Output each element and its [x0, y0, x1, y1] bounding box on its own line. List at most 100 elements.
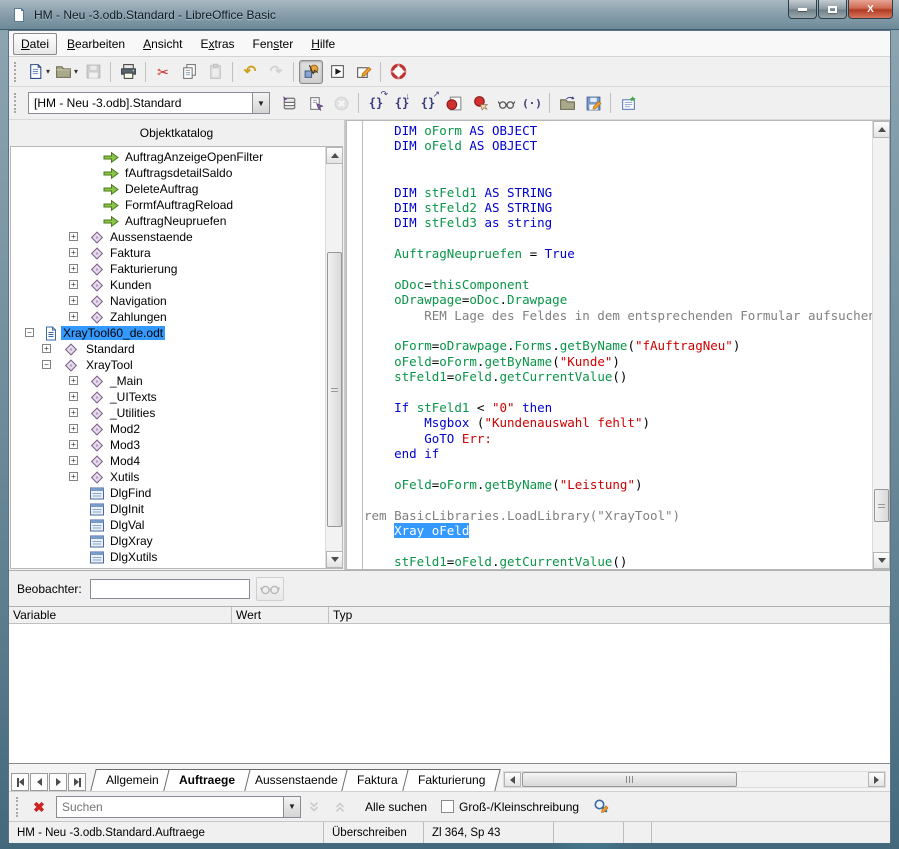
tree-toggle-expand[interactable]: + — [69, 280, 78, 289]
print-button[interactable] — [116, 60, 140, 84]
code-line[interactable] — [364, 539, 872, 554]
tree-item-dlgfind[interactable]: DlgFind — [11, 485, 325, 501]
close-button[interactable]: X — [848, 0, 893, 19]
open-button[interactable]: ▾ — [53, 60, 79, 84]
watch-table-body[interactable] — [9, 624, 890, 763]
tree-item--utilities[interactable]: +_Utilities — [11, 405, 325, 421]
tree-item-mod2[interactable]: +Mod2 — [11, 421, 325, 437]
start-dialog-button[interactable] — [325, 60, 349, 84]
code-line[interactable]: oFeld=oForm.getByName("Kunde") — [364, 354, 872, 369]
menu-hilfe[interactable]: Hilfe — [303, 33, 343, 55]
tree-toggle-expand[interactable]: + — [69, 424, 78, 433]
tree-item-xutils[interactable]: +Xutils — [11, 469, 325, 485]
copy-button[interactable] — [177, 60, 201, 84]
scroll-right-button[interactable] — [868, 772, 885, 787]
tree-item-fauftragsdetailsaldo[interactable]: fAuftragsdetailSaldo — [11, 165, 325, 181]
code-line[interactable]: DIM stFeld3 as string — [364, 215, 872, 230]
code-line[interactable]: DIM oForm AS OBJECT — [364, 123, 872, 138]
design-mode-button[interactable] — [299, 60, 323, 84]
library-combobox-dropdown[interactable]: ▼ — [252, 93, 269, 113]
code-line[interactable] — [364, 154, 872, 169]
tree-item-mod3[interactable]: +Mod3 — [11, 437, 325, 453]
code-editor[interactable]: DIM oForm AS OBJECT DIM oFeld AS OBJECT … — [346, 120, 890, 570]
tree-item--main[interactable]: +_Main — [11, 373, 325, 389]
tab-allgemein[interactable]: Allgemein — [90, 769, 174, 791]
find-parentheses-button[interactable]: (·) — [520, 91, 544, 115]
scroll-up-button[interactable] — [326, 147, 343, 164]
edit-dialog-button[interactable] — [351, 60, 375, 84]
tree-toggle-expand[interactable]: + — [69, 376, 78, 385]
tree-toggle-expand[interactable]: + — [69, 408, 78, 417]
tree-item-xraytool[interactable]: −XrayTool — [11, 357, 325, 373]
code-line[interactable] — [364, 262, 872, 277]
titlebar[interactable]: HM - Neu -3.odb.Standard - LibreOffice B… — [0, 0, 899, 30]
code-line[interactable] — [364, 462, 872, 477]
code-line[interactable]: oDrawpage=oDoc.Drawpage — [364, 292, 872, 307]
toolbar-grip[interactable] — [14, 93, 21, 113]
column-header-variable[interactable]: Variable — [9, 607, 232, 623]
cut-button[interactable]: ✂ — [151, 60, 175, 84]
search-input[interactable] — [57, 800, 283, 814]
tree-toggle-expand[interactable]: + — [69, 296, 78, 305]
enable-watch-button[interactable] — [494, 91, 518, 115]
help-button[interactable] — [386, 60, 410, 84]
export-source-button[interactable] — [581, 91, 605, 115]
tree-scrollbar[interactable] — [325, 147, 342, 568]
undo-button[interactable]: ↶ — [238, 60, 262, 84]
tab-aussenstaende[interactable]: Aussenstaende — [239, 769, 353, 791]
run-button[interactable] — [303, 91, 327, 115]
search-combobox-dropdown[interactable]: ▼ — [283, 797, 300, 817]
manage-breakpoints-button[interactable] — [468, 91, 492, 115]
scroll-down-button[interactable] — [873, 552, 890, 569]
tree-item-fakturierung[interactable]: +Fakturierung — [11, 261, 325, 277]
maximize-button[interactable] — [818, 0, 847, 19]
tree-toggle-expand[interactable]: + — [69, 264, 78, 273]
tree-item-auftraganzeigeopenfilter[interactable]: AuftragAnzeigeOpenFilter — [11, 149, 325, 165]
code-line[interactable] — [364, 231, 872, 246]
code-line[interactable]: oDoc=thisComponent — [364, 277, 872, 292]
toolbar-grip[interactable] — [16, 797, 23, 817]
tree-toggle-expand[interactable]: + — [69, 456, 78, 465]
next-tab-button[interactable] — [49, 773, 67, 791]
search-combobox[interactable]: ▼ — [56, 796, 301, 818]
scrollbar-thumb[interactable] — [327, 252, 342, 527]
code-line[interactable]: DIM stFeld1 AS STRING — [364, 185, 872, 200]
tree-item--uitexts[interactable]: +_UITexts — [11, 389, 325, 405]
tree-item-dlgval[interactable]: DlgVal — [11, 517, 325, 533]
code-line[interactable]: Msgbox ("Kundenauswahl fehlt") — [364, 415, 872, 430]
previous-tab-button[interactable] — [30, 773, 48, 791]
compile-button[interactable] — [277, 91, 301, 115]
tree-toggle-expand[interactable]: + — [69, 248, 78, 257]
tree-item-dlgxutils[interactable]: DlgXutils — [11, 549, 325, 565]
tree-item-standard[interactable]: +Standard — [11, 341, 325, 357]
tree-toggle-expand[interactable]: + — [69, 232, 78, 241]
code-line[interactable] — [364, 323, 872, 338]
code-line[interactable]: stFeld1=oFeld.getCurrentValue() — [364, 554, 872, 569]
tree-item-formfauftragreload[interactable]: FormfAuftragReload — [11, 197, 325, 213]
scroll-up-button[interactable] — [873, 121, 890, 138]
library-combobox[interactable]: [HM - Neu -3.odb].Standard ▼ — [28, 92, 270, 114]
step-out-button[interactable]: {}↗ — [416, 91, 440, 115]
match-case-checkbox[interactable] — [441, 800, 454, 813]
tree-item-aussenstaende[interactable]: +Aussenstaende — [11, 229, 325, 245]
menu-extras[interactable]: Extras — [192, 33, 242, 55]
tree-toggle-collapse[interactable]: − — [42, 360, 51, 369]
tab-auftraege[interactable]: Auftraege — [163, 769, 251, 791]
tree-item-dlgxray[interactable]: DlgXray — [11, 533, 325, 549]
tree-toggle-expand[interactable]: + — [42, 344, 51, 353]
menu-fenster[interactable]: Fenster — [245, 33, 302, 55]
code-line[interactable] — [364, 169, 872, 184]
scroll-down-button[interactable] — [326, 551, 343, 568]
breakpoint-button[interactable] — [442, 91, 466, 115]
code-line[interactable]: stFeld1=oFeld.getCurrentValue() — [364, 369, 872, 384]
code-line[interactable]: rem BasicLibraries.LoadLibrary("XrayTool… — [364, 508, 872, 523]
tree-item-zahlungen[interactable]: +Zahlungen — [11, 309, 325, 325]
scroll-left-button[interactable] — [504, 772, 521, 787]
single-step-button[interactable]: {}↓ — [390, 91, 414, 115]
tree-item-xraytool60-de-odt[interactable]: −XrayTool60_de.odt — [11, 325, 325, 341]
editor-scrollbar[interactable] — [872, 121, 889, 569]
tree-item-faktura[interactable]: +Faktura — [11, 245, 325, 261]
menu-datei[interactable]: Datei — [13, 33, 57, 55]
code-line[interactable]: Xray oFeld — [364, 523, 872, 538]
tree-toggle-expand[interactable]: + — [69, 440, 78, 449]
